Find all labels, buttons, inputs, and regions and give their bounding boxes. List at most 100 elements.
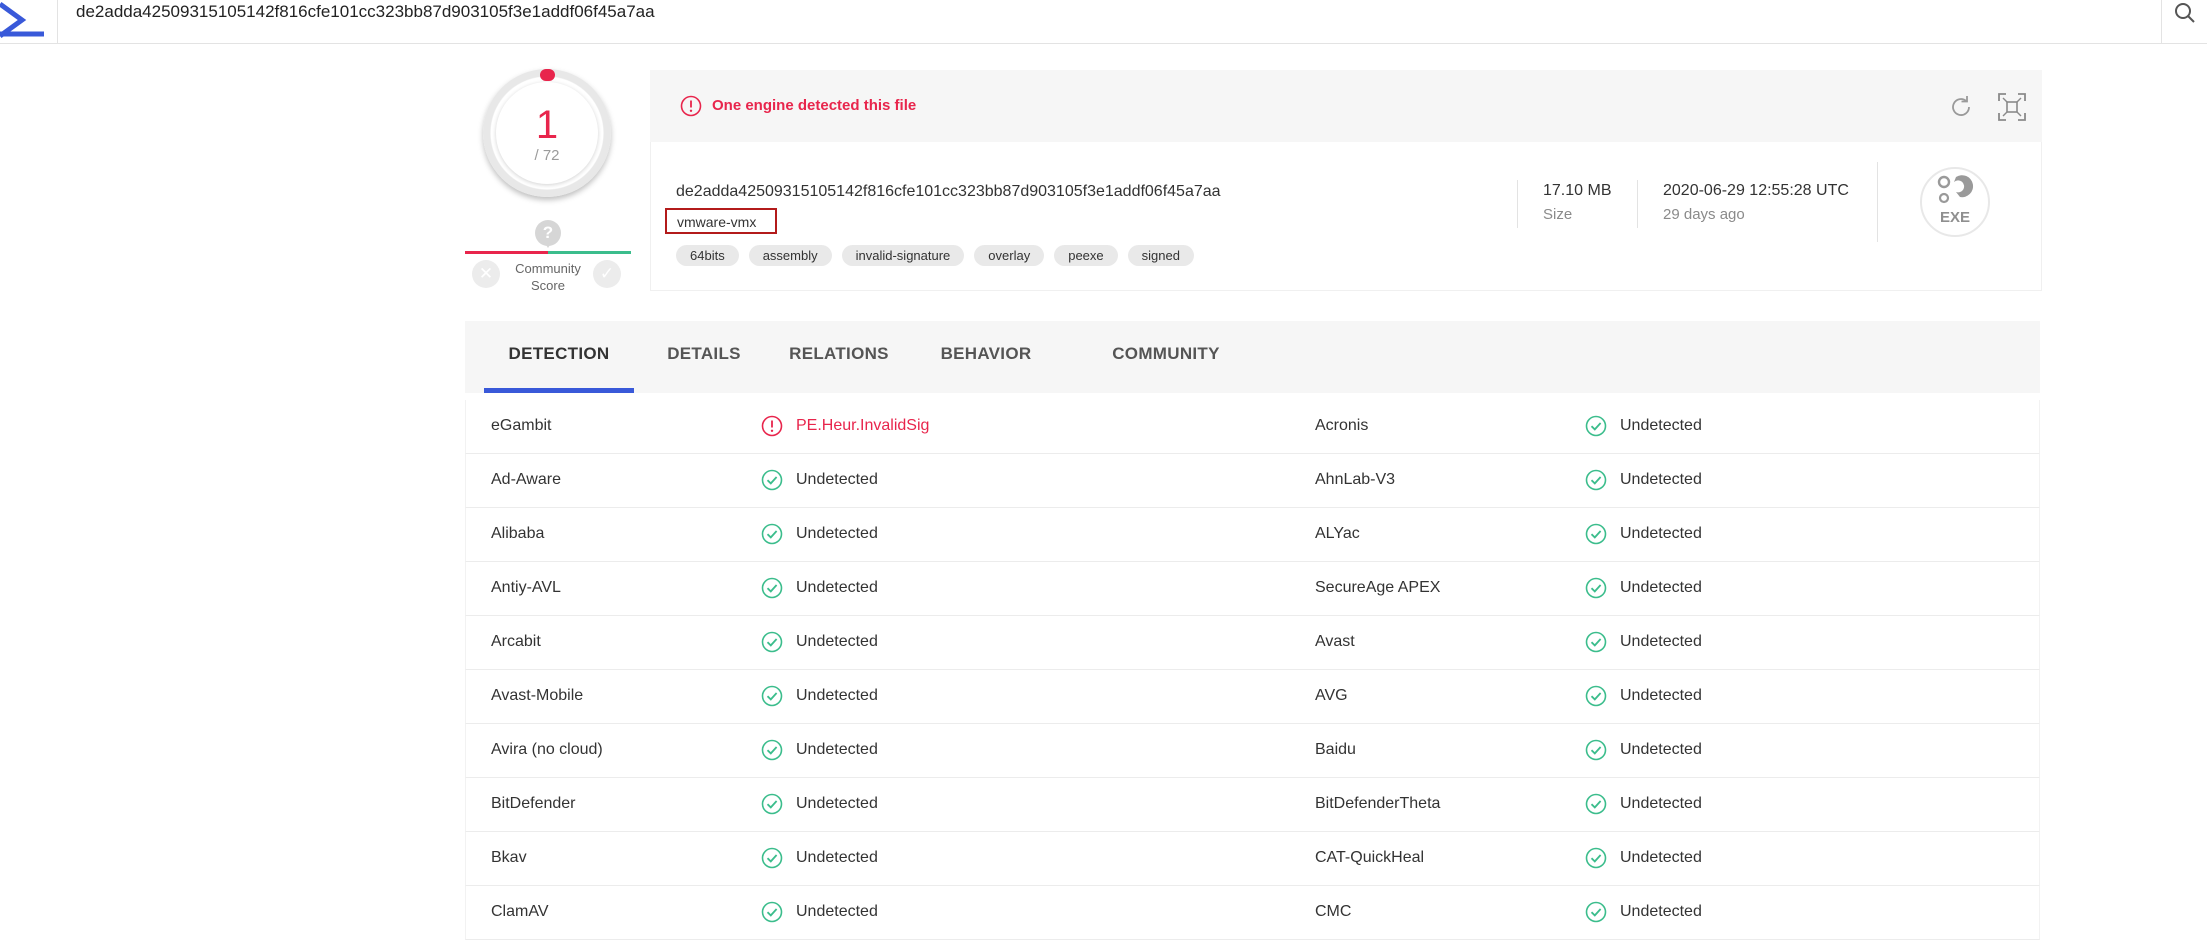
detection-result: Undetected	[1620, 471, 1702, 488]
search-icon	[2175, 3, 2195, 23]
engine-name: Avast-Mobile	[491, 687, 584, 704]
engine-name: Arcabit	[491, 633, 541, 650]
detection-result: Undetected	[1620, 795, 1702, 812]
gears-icon	[1937, 175, 1974, 204]
vote-harmful-button[interactable]: ✕	[472, 260, 500, 288]
engine-name: Alibaba	[491, 525, 545, 542]
tab-community[interactable]: COMMUNITY	[1085, 321, 1247, 393]
divider	[1517, 180, 1518, 228]
detection-row: ClamAV Undetected CMC Undetected	[465, 886, 2040, 940]
community-score-label: Community Score	[505, 260, 591, 294]
check-circle-icon	[1585, 523, 1607, 550]
divider	[1637, 180, 1638, 228]
detection-result: Undetected	[796, 471, 878, 488]
tag[interactable]: 64bits	[676, 245, 739, 266]
tab-details[interactable]: DETAILS	[649, 321, 759, 393]
last-analysis-ago: 29 days ago	[1663, 206, 1745, 223]
file-summary-card: de2adda42509315105142f816cfe101cc323bb87…	[650, 142, 2042, 291]
reanalyze-icon[interactable]	[1947, 93, 1975, 121]
community-label-line2: Score	[531, 278, 565, 293]
detection-result: Undetected	[1620, 741, 1702, 758]
file-hash[interactable]: de2adda42509315105142f816cfe101cc323bb87…	[676, 183, 1221, 201]
alert-icon	[761, 415, 783, 442]
check-circle-icon	[761, 847, 783, 874]
vote-harmless-button[interactable]: ✓	[593, 260, 621, 288]
tag[interactable]: assembly	[748, 245, 832, 266]
file-name: vmware-vmx	[665, 208, 777, 234]
detection-row: eGambit PE.Heur.InvalidSig Acronis Undetect…	[465, 400, 2040, 454]
detection-row: BitDefender Undetected BitDefenderTheta Und…	[465, 778, 2040, 832]
file-size-value: 17.10 MB	[1543, 182, 1612, 199]
positives-count: 1	[535, 103, 559, 147]
engine-name: CMC	[1315, 903, 1352, 920]
engine-name: BitDefender	[491, 795, 576, 812]
community-label-line1: Community	[515, 261, 581, 276]
virustotal-logo[interactable]	[0, 0, 58, 44]
check-circle-icon	[761, 739, 783, 766]
tab-detection[interactable]: DETECTION	[484, 321, 634, 393]
detection-result: PE.Heur.InvalidSig	[796, 417, 930, 434]
tag[interactable]: signed	[1127, 245, 1194, 266]
engine-name: AhnLab-V3	[1315, 471, 1396, 488]
search-button[interactable]	[2161, 0, 2207, 44]
detection-row: Ad-Aware Undetected AhnLab-V3 Undetected	[465, 454, 2040, 508]
detection-row: Bkav Undetected CAT-QuickHeal Undetected	[465, 832, 2040, 886]
tag[interactable]: invalid-signature	[841, 245, 965, 266]
engine-name: SecureAge APEX	[1315, 579, 1441, 596]
detection-row: Alibaba Undetected ALYac Undetected	[465, 508, 2040, 562]
detection-summary-header: One engine detected this file	[650, 70, 2042, 142]
engine-name: Acronis	[1315, 417, 1369, 434]
detection-result: Undetected	[796, 687, 878, 704]
engine-name: eGambit	[491, 417, 552, 434]
check-circle-icon	[1585, 685, 1607, 712]
last-analysis-date: 2020-06-29 12:55:28 UTC	[1663, 182, 1849, 199]
alert-icon	[680, 95, 702, 117]
detection-row: Arcabit Undetected Avast Undetected	[465, 616, 2040, 670]
engine-name: Baidu	[1315, 741, 1356, 758]
check-circle-icon	[761, 901, 783, 928]
engine-name: Ad-Aware	[491, 471, 561, 488]
detection-result: Undetected	[1620, 903, 1702, 920]
detection-result: Undetected	[796, 795, 878, 812]
detection-result: Undetected	[796, 525, 878, 542]
detection-result: Undetected	[1620, 417, 1702, 434]
detection-result: Undetected	[1620, 579, 1702, 596]
engine-name: BitDefenderTheta	[1315, 795, 1441, 812]
tag[interactable]: overlay	[974, 245, 1045, 266]
check-circle-icon	[761, 523, 783, 550]
file-type-label: EXE	[1939, 209, 1970, 226]
detection-result: Undetected	[796, 579, 878, 596]
file-size-label: Size	[1543, 206, 1573, 223]
check-circle-icon	[1585, 415, 1607, 442]
check-circle-icon	[1585, 469, 1607, 496]
engine-name: Avast	[1315, 633, 1355, 650]
check-circle-icon	[1585, 631, 1607, 658]
check-circle-icon	[761, 685, 783, 712]
detection-table: eGambit PE.Heur.InvalidSig Acronis Undetect…	[465, 400, 2040, 940]
divider	[1877, 162, 1878, 242]
engine-name: Avira (no cloud)	[491, 741, 603, 758]
total-engines: / 72	[534, 147, 560, 164]
check-circle-icon	[1585, 901, 1607, 928]
tab-relations[interactable]: RELATIONS	[771, 321, 907, 393]
top-search-bar	[0, 0, 2207, 44]
detection-result: Undetected	[796, 849, 878, 866]
engine-name: Antiy-AVL	[491, 579, 561, 596]
community-score: ? ✕ Community Score ✓	[465, 218, 631, 298]
logo-icon	[0, 1, 44, 39]
file-tags: 64bits assembly invalid-signature overla…	[676, 245, 1194, 266]
tab-behavior[interactable]: BEHAVIOR	[921, 321, 1051, 393]
community-score-bar	[465, 251, 631, 254]
similar-files-icon[interactable]	[1997, 92, 2027, 122]
engine-name: ClamAV	[491, 903, 549, 920]
tag[interactable]: peexe	[1054, 245, 1118, 266]
check-circle-icon	[761, 793, 783, 820]
detection-result: Undetected	[796, 633, 878, 650]
detection-alert-text: One engine detected this file	[712, 97, 917, 114]
score-pin	[544, 242, 552, 248]
detection-row: Antiy-AVL Undetected SecureAge APEX Undetec…	[465, 562, 2040, 616]
detection-row: Avast-Mobile Undetected AVG Undetected	[465, 670, 2040, 724]
detection-score-gauge: 1 / 72	[483, 69, 611, 197]
detection-result: Undetected	[1620, 525, 1702, 542]
search-input[interactable]	[76, 2, 1976, 22]
